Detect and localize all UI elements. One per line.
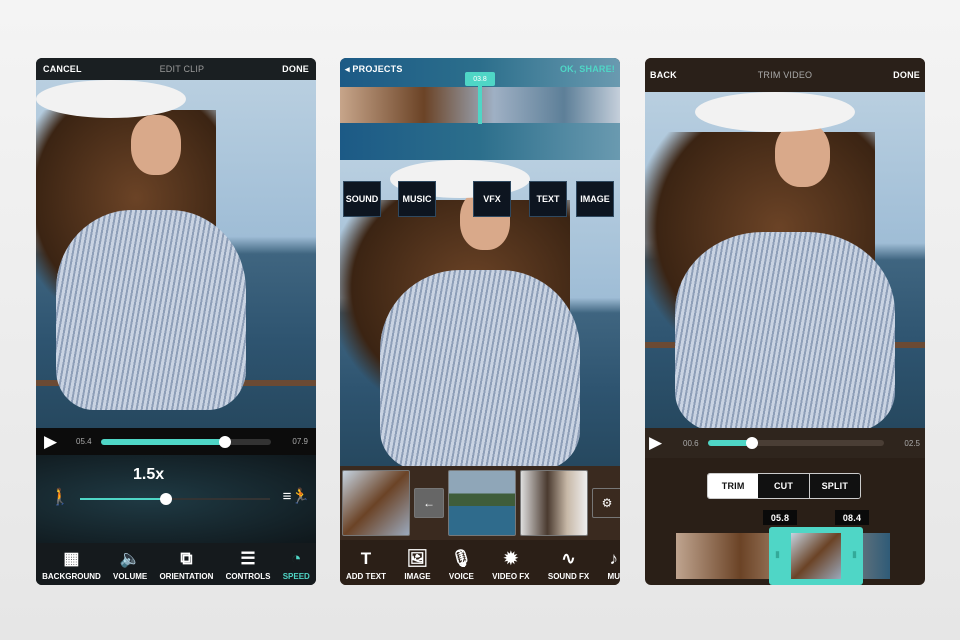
done-button[interactable]: DONE [893,70,920,80]
end-time: 02.5 [904,439,920,448]
microphone-icon: 🎙 [450,549,473,568]
toolbar-label: IMAGE [404,572,431,581]
trim-end-time: 08.4 [835,510,869,525]
volume-icon: 🔈 [119,549,141,568]
text-icon: T [360,549,372,568]
toolbar-label: ORIENTATION [159,572,214,581]
top-bar: BACK TRIM VIDEO DONE [645,58,925,92]
music-track-button[interactable]: MUSIC [398,181,436,217]
edit-toolbar: ▦ BACKGROUND 🔈 VOLUME ⧉ ORIENTATION ☰ CONTRO… [36,543,316,585]
fast-runner-icon: ≡🏃 [282,488,310,505]
play-icon[interactable]: ▶ [649,433,662,453]
back-button[interactable]: BACK [650,70,677,80]
video-preview [645,92,925,428]
done-button[interactable]: DONE [282,64,309,74]
playhead-time: 03.8 [465,72,495,86]
split-mode-tab[interactable]: SPLIT [809,474,860,498]
seek-bar[interactable] [708,437,884,449]
sound-track-button[interactable]: SOUND [343,181,381,217]
burst-icon: ✹ [503,549,518,568]
project-toolbar: T ADD TEXT 🖼 IMAGE 🎙 VOICE ✹ VIDEO FX ∿ SOUND… [340,540,620,585]
toolbar-sound-fx[interactable]: ∿ SOUND FX [547,549,590,582]
playback-bar: ▶ 05.4 07.9 [36,428,316,455]
image-icon: 🖼 [406,549,429,568]
music-icon: ♪ [609,549,619,568]
waveform-icon: ∿ [561,549,576,568]
toolbar-label: SPEED [282,572,310,581]
toolbar-speed[interactable]: ◔ SPEED [282,549,310,582]
trim-video-screen: BACK TRIM VIDEO DONE ▶ 00.6 02.5 TRIM CU… [645,58,925,585]
clip-thumbnail[interactable] [342,470,410,536]
cut-mode-tab[interactable]: CUT [758,474,810,498]
speed-panel: 1.5x 🚶 ≡🏃 [36,455,316,543]
edit-clip-screen: CANCEL EDIT CLIP DONE ▶ 05.4 07.9 1.5x 🚶… [36,58,316,585]
transition-icon[interactable]: ← [414,488,444,518]
current-time: 05.4 [76,437,92,446]
toolbar-volume[interactable]: 🔈 VOLUME [113,549,148,582]
toolbar-orientation[interactable]: ⧉ ORIENTATION [159,549,214,582]
toolbar-video-fx[interactable]: ✹ VIDEO FX [492,549,530,582]
trim-mode-tab[interactable]: TRIM [708,474,759,498]
playhead[interactable] [478,86,482,124]
clip-list: ← ⚙ [340,466,620,540]
settings-gear-icon[interactable]: ⚙ [592,488,620,518]
speed-icon: ◔ [291,549,302,568]
toolbar-add-text[interactable]: T ADD TEXT [346,549,386,582]
speed-slider[interactable] [80,493,270,505]
toolbar-label: VOICE [448,572,474,581]
mode-segmented-control: TRIM CUT SPLIT [707,473,861,499]
screen-title: EDIT CLIP [159,64,205,74]
orientation-icon: ⧉ [180,549,193,568]
share-button[interactable]: OK, SHARE! [560,64,615,74]
trim-start-time: 05.8 [763,510,797,525]
vfx-track-button[interactable]: VFX [473,181,511,217]
toolbar-label: CONTROLS [225,572,271,581]
toolbar-background[interactable]: ▦ BACKGROUND [42,549,101,582]
cancel-button[interactable]: CANCEL [43,64,82,74]
toolbar-label: BACKGROUND [42,572,101,581]
trim-selection[interactable]: ▮ ▮ [769,527,863,585]
seek-bar[interactable] [101,436,271,448]
toolbar-label: VOLUME [113,572,148,581]
back-label: PROJECTS [352,64,403,74]
selected-frame [791,533,841,579]
playback-bar: ▶ 00.6 02.5 [645,428,925,458]
screen-title: TRIM VIDEO [757,70,813,80]
timeline-header: ◂ PROJECTS OK, SHARE! 03.8 [340,58,620,160]
clip-thumbnail[interactable] [520,470,588,536]
speed-value: 1.5x [133,466,165,483]
text-track-button[interactable]: TEXT [529,181,567,217]
current-time: 00.6 [683,439,699,448]
background-icon: ▦ [63,549,80,568]
toolbar-label: VIDEO FX [492,572,530,581]
slow-walker-icon: 🚶 [50,489,70,506]
toolbar-image[interactable]: 🖼 IMAGE [404,549,431,582]
right-trim-handle[interactable]: ▮ [852,549,857,560]
clip-thumbnail[interactable] [448,470,516,536]
projects-back-button[interactable]: ◂ PROJECTS [345,64,403,75]
toolbar-voice[interactable]: 🎙 VOICE [448,549,474,582]
toolbar-label: ADD TEXT [346,572,386,581]
end-time: 07.9 [292,437,308,446]
top-bar: CANCEL EDIT CLIP DONE [36,58,316,80]
toolbar-music[interactable]: ♪ MU [607,549,620,582]
toolbar-controls[interactable]: ☰ CONTROLS [225,549,271,582]
toolbar-label: SOUND FX [547,572,590,581]
image-track-button[interactable]: IMAGE [576,181,614,217]
play-icon[interactable]: ▶ [44,432,57,452]
controls-icon: ☰ [240,549,256,568]
video-preview [36,80,316,428]
toolbar-label: MU [607,572,620,581]
project-screen: ◂ PROJECTS OK, SHARE! 03.8 SOUND MUSIC V… [340,58,620,585]
left-trim-handle[interactable]: ▮ [775,549,780,560]
